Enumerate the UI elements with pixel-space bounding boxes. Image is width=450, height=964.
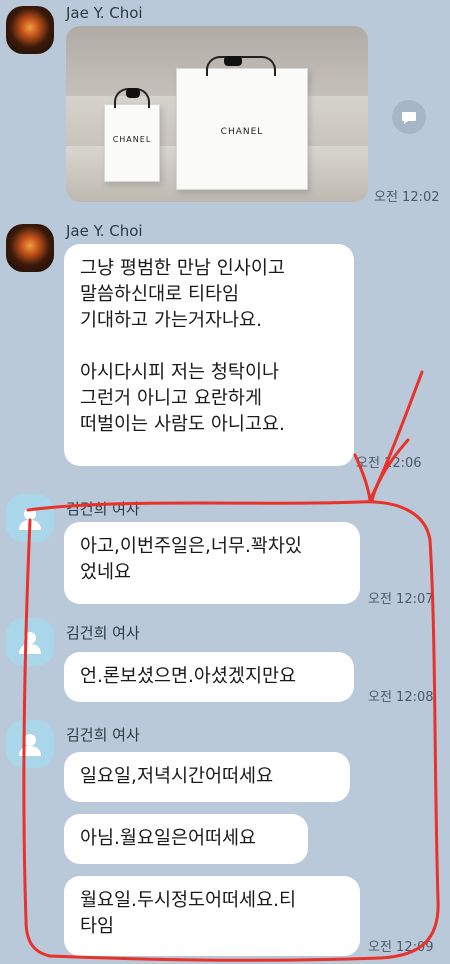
avatar[interactable] (6, 494, 54, 542)
person-icon (19, 508, 41, 530)
chat-view: Jae Y. Choi CHANEL CHANEL 오전 12:02 Jae Y… (0, 0, 450, 964)
sender-name: Jae Y. Choi (66, 222, 143, 240)
sender-name: Jae Y. Choi (66, 4, 143, 22)
message-bubble[interactable]: 월요일.두시정도어떠세요.티 타임 (64, 876, 360, 956)
person-icon (19, 734, 41, 756)
photo-attachment[interactable]: CHANEL CHANEL (66, 26, 368, 202)
shopping-bag-large: CHANEL (176, 68, 308, 190)
message-time: 오전 12:02 (374, 190, 440, 205)
person-icon (19, 632, 41, 654)
shopping-bag-small: CHANEL (104, 104, 160, 182)
sender-name: 김건희 여사 (66, 726, 140, 744)
message-time: 오전 12:07 (368, 592, 434, 607)
message-time: 오전 12:09 (368, 940, 434, 955)
message-bubble[interactable]: 그냥 평범한 만남 인사이고 말씀하신대로 티타임 기대하고 가는거자나요. 아… (64, 244, 354, 466)
message-bubble[interactable]: 일요일,저녁시간어떠세요 (64, 752, 350, 802)
message-time: 오전 12:08 (368, 690, 434, 705)
avatar[interactable] (6, 618, 54, 666)
share-icon (402, 112, 416, 124)
bag-logo: CHANEL (112, 135, 152, 144)
bag-logo: CHANEL (220, 127, 264, 137)
avatar[interactable] (6, 6, 54, 54)
avatar[interactable] (6, 224, 54, 272)
sender-name: 김건희 여사 (66, 624, 140, 642)
message-bubble[interactable]: 언.론보셨으면.아셨겠지만요 (64, 652, 354, 702)
message-time: 오전 12:06 (356, 456, 422, 471)
share-button[interactable] (392, 100, 426, 134)
message-bubble[interactable]: 아고,이번주일은,너무.꽉차있 었네요 (64, 522, 360, 604)
avatar[interactable] (6, 720, 54, 768)
sender-name: 김건희 여사 (66, 500, 140, 518)
message-bubble[interactable]: 아님.월요일은어떠세요 (64, 814, 308, 864)
